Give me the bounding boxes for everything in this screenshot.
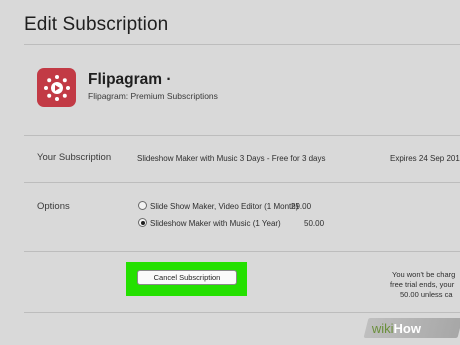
subscription-plan: Slideshow Maker with Music 3 Days - Free… [137,154,326,163]
option-yearly-label[interactable]: Slideshow Maker with Music (1 Year) [150,219,281,228]
options-label: Options [37,201,70,212]
subscription-label: Your Subscription [37,152,112,163]
flipagram-logo-icon [43,74,70,101]
page-title: Edit Subscription [24,14,169,35]
option-yearly-price: 50.00 [304,219,325,228]
wikihow-watermark: wikiHow [363,318,460,338]
subscription-expiry: Expires 24 Sep 201 [390,154,460,163]
divider-1 [24,135,460,136]
divider-top [24,44,460,45]
divider-3 [24,251,460,252]
divider-2 [24,182,460,183]
watermark-wiki: wiki [372,320,394,336]
app-name: Flipagram · [88,71,172,88]
option-monthly-label[interactable]: Slide Show Maker, Video Editor (1 Month) [150,202,298,211]
watermark-how: How [393,320,422,336]
app-icon [37,68,76,107]
cancel-note-line-3: 50.00 unless ca [400,290,453,299]
cancel-note-line-2: free trial ends, your [390,280,455,289]
app-subtitle: Flipagram: Premium Subscriptions [88,91,218,101]
option-monthly-price: 29.00 [291,202,312,211]
option-monthly-radio[interactable] [138,201,147,210]
divider-bottom [24,312,460,313]
cancel-note-line-1: You won't be charg [392,270,456,279]
option-yearly-radio[interactable] [138,218,147,227]
cancel-subscription-button[interactable]: Cancel Subscription [137,270,237,285]
